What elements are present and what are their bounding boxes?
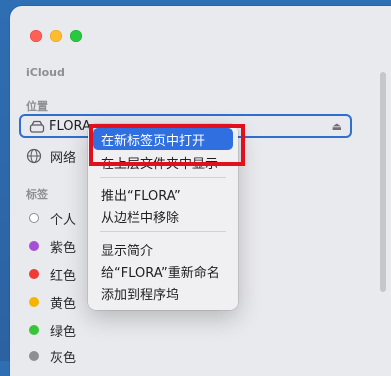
sidebar-item-network[interactable]: 网络 bbox=[26, 145, 76, 167]
sidebar-item-tag[interactable]: 红色 bbox=[26, 263, 76, 285]
menu-item-rename[interactable]: 给“FLORA”重新命名 bbox=[93, 260, 233, 282]
tag-color-icon bbox=[26, 210, 42, 226]
sidebar-item-label: 红色 bbox=[50, 268, 77, 284]
menu-item-remove-from-sidebar[interactable]: 从边栏中移除 bbox=[93, 205, 233, 227]
tags-section-label: 标签 bbox=[26, 188, 48, 201]
eject-icon[interactable]: ⏏ bbox=[332, 120, 342, 133]
globe-icon bbox=[26, 148, 42, 164]
sidebar-item-tag[interactable]: 紫色 bbox=[26, 235, 76, 257]
sidebar-item-label: 绿色 bbox=[50, 324, 77, 340]
sidebar-item-label: 紫色 bbox=[50, 240, 77, 256]
close-window-button[interactable] bbox=[30, 30, 42, 42]
annotation-highlight-box bbox=[89, 124, 245, 166]
icloud-section-label[interactable]: iCloud bbox=[26, 66, 65, 79]
sidebar-item-tag[interactable]: 黄色 bbox=[26, 291, 76, 313]
desktop-background bbox=[0, 0, 10, 361]
menu-item-get-info[interactable]: 显示简介 bbox=[93, 238, 233, 260]
tag-color-icon bbox=[26, 322, 42, 338]
menu-separator bbox=[100, 231, 226, 232]
sidebar-item-label: 网络 bbox=[50, 150, 77, 166]
sidebar-scrollbar[interactable] bbox=[380, 72, 386, 292]
maximize-window-button[interactable] bbox=[70, 30, 82, 42]
sidebar-item-tag[interactable]: 绿色 bbox=[26, 319, 76, 341]
sidebar-item-label: FLORA bbox=[49, 119, 91, 134]
sidebar-item-label: 个人 bbox=[50, 212, 77, 228]
menu-item-add-to-dock[interactable]: 添加到程序坞 bbox=[93, 282, 233, 304]
tag-color-icon bbox=[26, 348, 42, 364]
sidebar-item-label: 黄色 bbox=[50, 296, 77, 312]
drive-icon bbox=[29, 119, 45, 138]
sidebar-item-label: 灰色 bbox=[50, 350, 77, 366]
tag-color-icon bbox=[26, 238, 42, 254]
menu-item-eject[interactable]: 推出“FLORA” bbox=[93, 183, 233, 205]
sidebar-item-tag[interactable]: 个人 bbox=[26, 207, 76, 229]
sidebar-item-tag[interactable]: 灰色 bbox=[26, 345, 76, 367]
menu-separator bbox=[100, 177, 226, 178]
tag-color-icon bbox=[26, 266, 42, 282]
locations-section-label: 位置 bbox=[26, 100, 48, 113]
minimize-window-button[interactable] bbox=[50, 30, 62, 42]
tag-color-icon bbox=[26, 294, 42, 310]
